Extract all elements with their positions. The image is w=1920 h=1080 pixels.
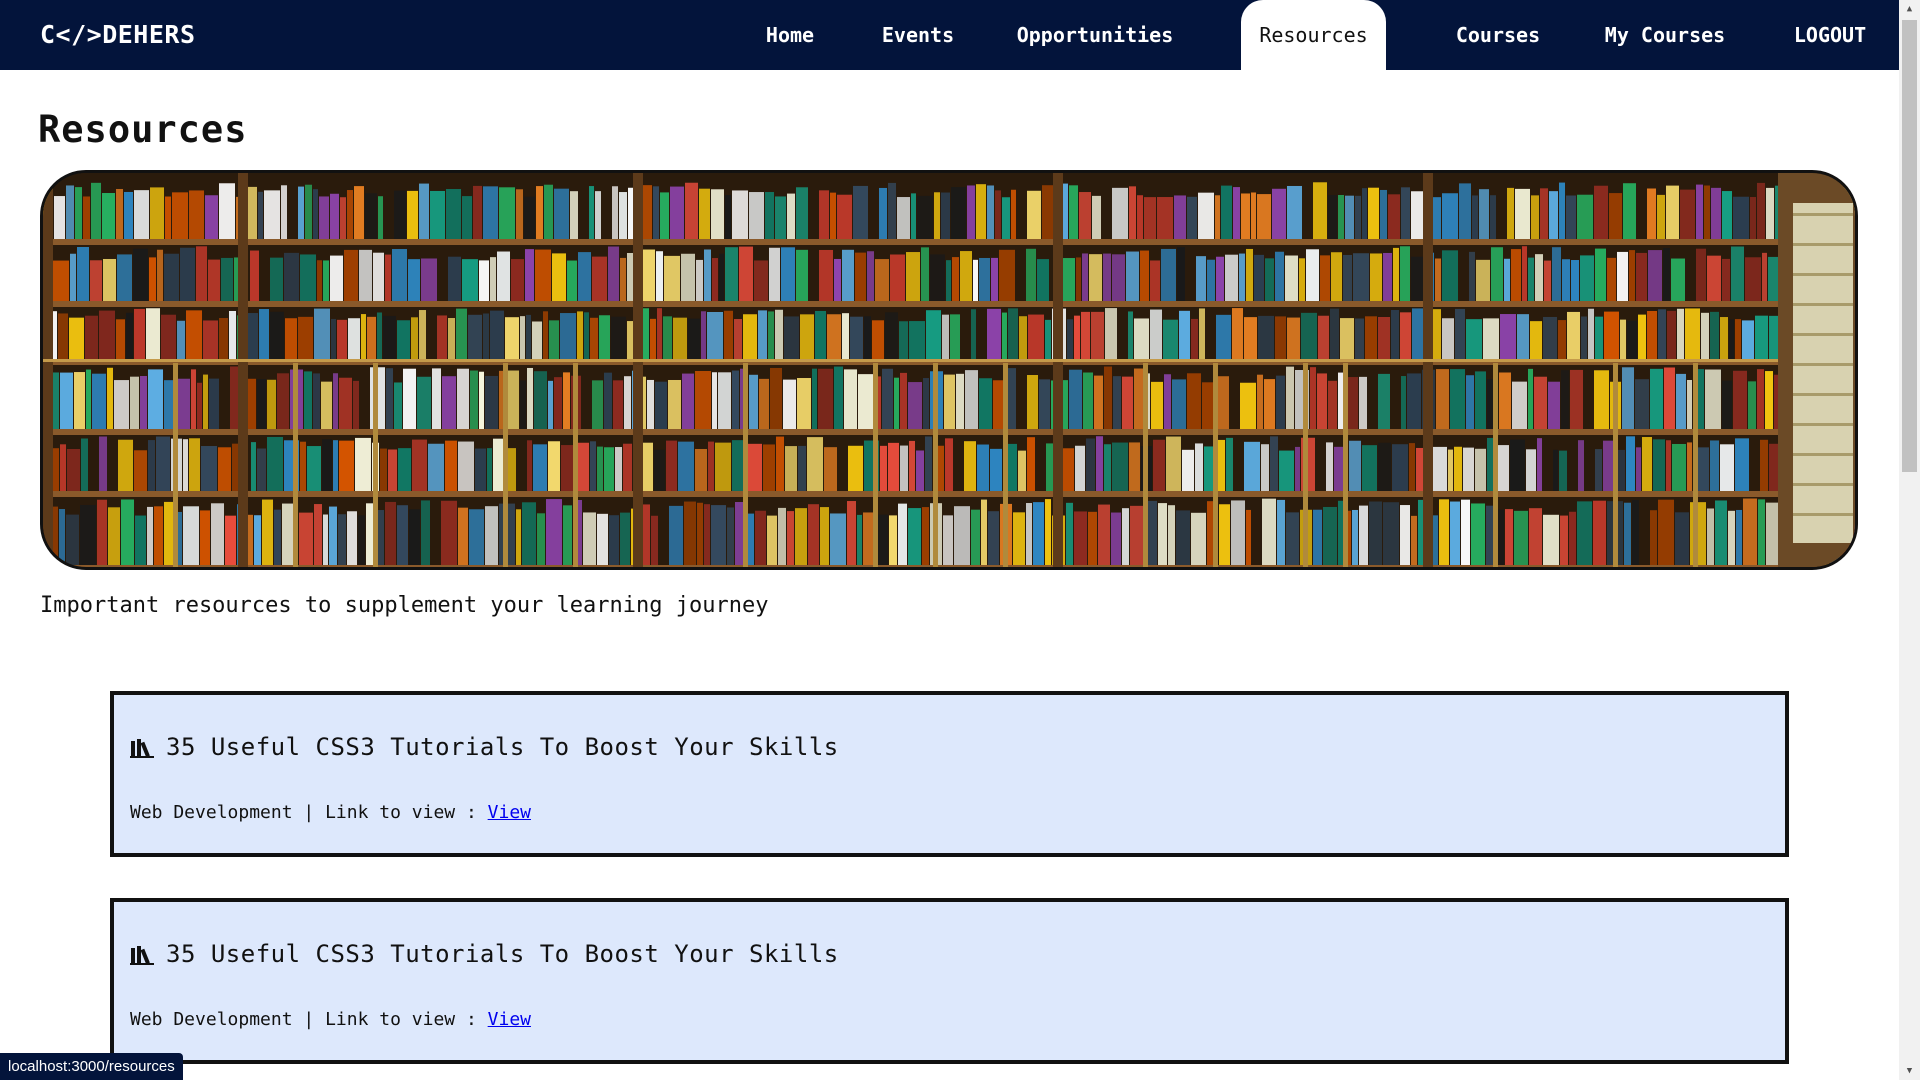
resource-link-prefix: | Link to view :: [292, 1009, 488, 1030]
books-icon: [130, 946, 154, 965]
nav-events[interactable]: Events: [868, 0, 968, 70]
resource-title: 35 Useful CSS3 Tutorials To Boost Your S…: [166, 733, 839, 761]
nav-opportunities[interactable]: Opportunities: [1008, 0, 1182, 70]
scroll-up-arrow-icon[interactable]: ▲: [1899, 0, 1920, 18]
resource-view-link[interactable]: View: [488, 802, 531, 823]
page-title: Resources: [38, 108, 248, 151]
books-icon: [130, 739, 154, 758]
scroll-down-arrow-icon[interactable]: ▼: [1899, 1062, 1920, 1080]
resource-meta: Web Development | Link to view : View: [130, 1009, 531, 1030]
nav-resources[interactable]: Resources: [1241, 0, 1386, 70]
page-subtitle: Important resources to supplement your l…: [40, 593, 769, 618]
resource-title-row: 35 Useful CSS3 Tutorials To Boost Your S…: [130, 940, 839, 968]
resource-card: 35 Useful CSS3 Tutorials To Boost Your S…: [110, 898, 1789, 1064]
resource-category: Web Development: [130, 1009, 293, 1030]
resource-card: 35 Useful CSS3 Tutorials To Boost Your S…: [110, 691, 1789, 857]
resource-view-link[interactable]: View: [488, 1009, 531, 1030]
bookshelf-illustration: [43, 173, 1855, 567]
browser-status-url: localhost:3000/resources: [0, 1053, 183, 1080]
resource-title: 35 Useful CSS3 Tutorials To Boost Your S…: [166, 940, 839, 968]
nav-home[interactable]: Home: [740, 0, 840, 70]
vertical-scrollbar[interactable]: ▲ ▼: [1899, 0, 1920, 1080]
site-logo[interactable]: C</>DEHERS: [40, 20, 196, 49]
nav-courses[interactable]: Courses: [1444, 0, 1552, 70]
scrollbar-thumb[interactable]: [1902, 20, 1917, 472]
hero-bookshelf-image: [40, 170, 1858, 570]
resource-meta: Web Development | Link to view : View: [130, 802, 531, 823]
resource-category: Web Development: [130, 802, 293, 823]
nav-logout[interactable]: LOGOUT: [1782, 0, 1878, 70]
top-navbar: C</>DEHERS Home Events Opportunities Res…: [0, 0, 1899, 70]
nav-my-courses[interactable]: My Courses: [1598, 0, 1732, 70]
resource-link-prefix: | Link to view :: [292, 802, 488, 823]
resource-title-row: 35 Useful CSS3 Tutorials To Boost Your S…: [130, 733, 839, 761]
